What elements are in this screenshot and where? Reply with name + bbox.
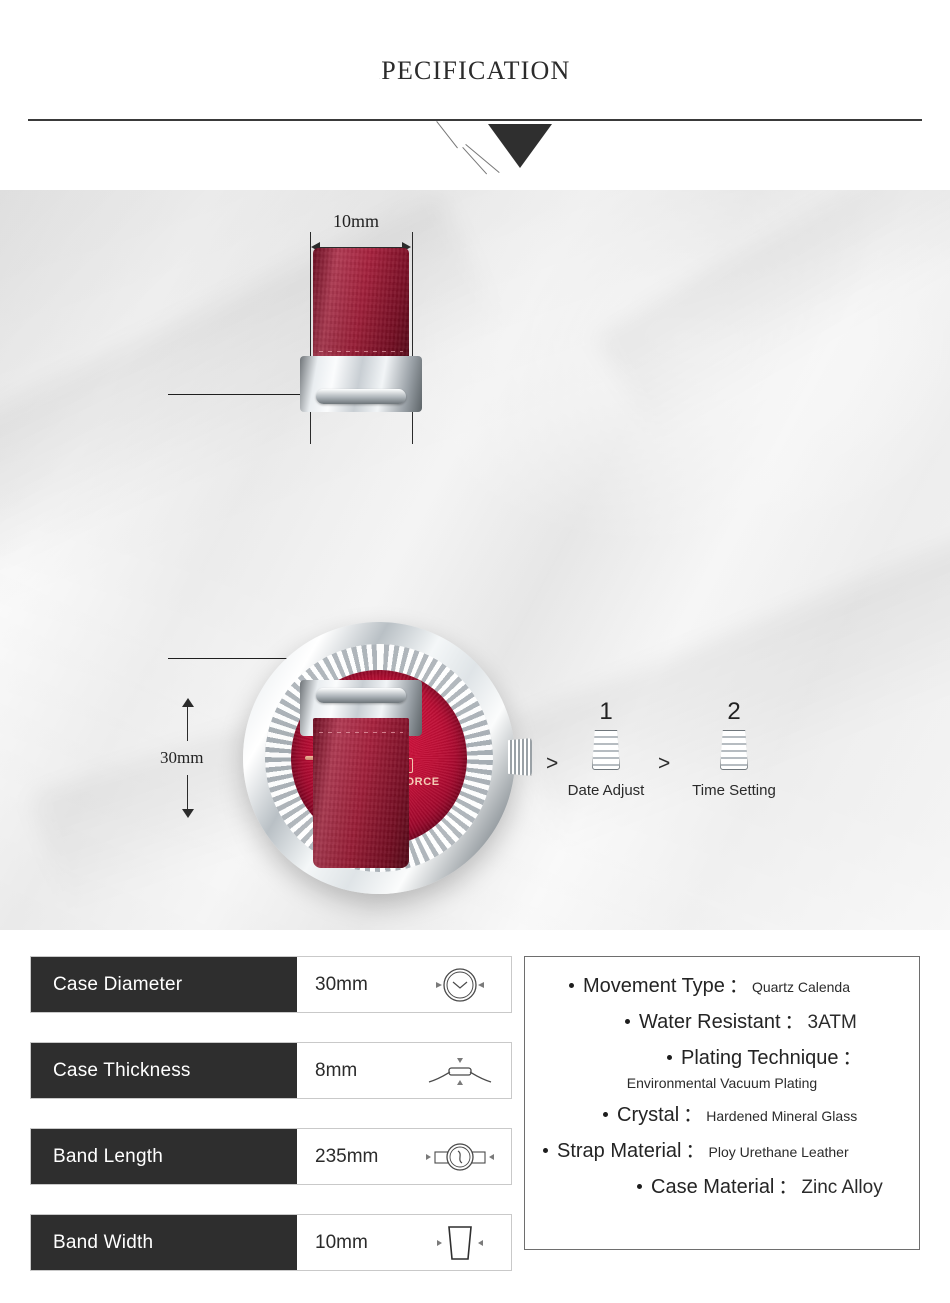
- chevron-right-icon: >: [658, 752, 671, 775]
- bullet-icon: [569, 983, 574, 988]
- table-row: Band Width 10mm: [30, 1214, 512, 1271]
- spec-value-cell: 235mm: [297, 1129, 511, 1184]
- watch-lug-upper: [300, 356, 422, 412]
- strap-stitching: [319, 732, 403, 733]
- table-row: Band Length 235mm: [30, 1128, 512, 1185]
- crown-step-time-setting: 2 Time Setting: [674, 698, 794, 799]
- spec-value-wrapped: Environmental Vacuum Plating: [626, 1075, 818, 1091]
- spec-value: Zinc Alloy: [801, 1177, 883, 1198]
- spec-value-cell: 30mm: [297, 957, 511, 1012]
- spec-value: Ploy Urethane Leather: [708, 1144, 849, 1160]
- page-header: Specification: [0, 0, 950, 190]
- bullet-icon: [637, 1184, 642, 1189]
- bullet-icon: [543, 1148, 548, 1153]
- separator-colon: ：: [842, 1048, 862, 1069]
- watch-strap-lower: [313, 718, 409, 868]
- lug-bar: [316, 688, 406, 703]
- separator-colon: ：: [728, 976, 748, 997]
- step-label: Time Setting: [692, 782, 776, 799]
- separator-colon: ：: [784, 1012, 804, 1033]
- spec-value: Quartz Calenda: [751, 979, 851, 995]
- spec-label: Plating Technique: [681, 1047, 839, 1069]
- spec-key: Case Diameter: [31, 957, 297, 1012]
- strap-stitching: [319, 351, 403, 352]
- bullet-icon: [667, 1055, 672, 1060]
- crown-step-date-adjust: 1 Date Adjust: [546, 698, 666, 799]
- spec-key: Band Width: [31, 1215, 297, 1270]
- spec-value: 8mm: [315, 1059, 358, 1081]
- list-item: Case Material ： Zinc Alloy: [541, 1172, 903, 1199]
- header-triangle-ornament: [415, 112, 555, 175]
- spec-label: Water Resistant: [639, 1011, 781, 1033]
- list-item: Movement Type ： Quartz Calenda: [541, 971, 903, 998]
- watch-crown-icon: [720, 730, 748, 770]
- step-label: Date Adjust: [567, 782, 645, 799]
- specification-section: Case Diameter 30mm Case Thickness 8mm Ba…: [0, 930, 950, 1303]
- page-title: Specification: [379, 47, 571, 88]
- spec-label: Movement Type: [583, 975, 725, 997]
- list-item: Plating Technique ：: [541, 1043, 903, 1070]
- watch-crown: [508, 738, 532, 776]
- spec-value-cell: 8mm: [297, 1043, 511, 1098]
- leather-grain-texture: [313, 718, 409, 868]
- spec-value: 235mm: [315, 1145, 379, 1167]
- separator-colon: ：: [778, 1177, 798, 1198]
- dimension-spec-table: Case Diameter 30mm Case Thickness 8mm Ba…: [30, 956, 512, 1271]
- watch-profile-thickness-icon: [423, 1049, 497, 1093]
- list-item: Water Resistant ： 3ATM: [541, 1007, 903, 1034]
- watch-band-width-icon: [423, 1221, 497, 1265]
- spec-value: 10mm: [315, 1231, 368, 1253]
- step-number: 2: [727, 698, 741, 725]
- triangle-down-icon: [488, 124, 552, 168]
- table-row: Case Diameter 30mm: [30, 956, 512, 1013]
- crown-operation-diagram: > 1 Date Adjust > 2 Time Setting: [536, 690, 816, 850]
- step-number: 1: [599, 698, 613, 725]
- table-row: Case Thickness 8mm: [30, 1042, 512, 1099]
- separator-colon: ：: [685, 1141, 705, 1162]
- leather-grain-texture: [313, 248, 409, 368]
- spec-value-cell: 10mm: [297, 1215, 511, 1270]
- lug-bar: [316, 389, 406, 404]
- spec-label: Strap Material: [557, 1140, 682, 1162]
- spec-value: 30mm: [315, 973, 368, 995]
- watch-band-length-icon: [423, 1135, 497, 1179]
- list-item: Strap Material ： Ploy Urethane Leather: [541, 1136, 903, 1163]
- spec-label: Case Material: [651, 1176, 775, 1198]
- list-item: Crystal ： Hardened Mineral Glass: [541, 1100, 903, 1127]
- spec-label: Crystal: [617, 1104, 680, 1126]
- watch-crown-icon: [592, 730, 620, 770]
- product-photo-panel: 10mm 30mm XI: [0, 190, 950, 930]
- watch-face-diameter-icon: [423, 963, 497, 1007]
- spec-value: Hardened Mineral Glass: [706, 1108, 858, 1124]
- spec-key: Band Length: [31, 1129, 297, 1184]
- bullet-icon: [625, 1019, 630, 1024]
- feature-spec-list: Movement Type ： Quartz Calenda Water Res…: [524, 956, 920, 1250]
- bullet-icon: [603, 1112, 608, 1117]
- separator-colon: ：: [683, 1105, 703, 1126]
- spec-key: Case Thickness: [31, 1043, 297, 1098]
- watch-strap-upper: [313, 248, 409, 368]
- spec-value: 3ATM: [807, 1012, 857, 1033]
- ornament-line-icon: [436, 121, 458, 149]
